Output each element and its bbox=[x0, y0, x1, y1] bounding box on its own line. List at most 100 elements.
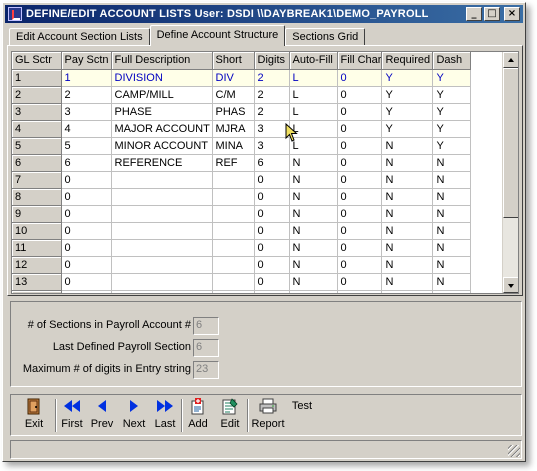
grid-cell-req[interactable]: N bbox=[381, 222, 434, 240]
row-header-cell[interactable]: 5 bbox=[12, 137, 62, 155]
grid-cell-digits[interactable]: 0 bbox=[254, 290, 290, 293]
grid-cell-short[interactable]: C/M bbox=[212, 86, 255, 104]
grid-cell-desc[interactable] bbox=[111, 171, 213, 189]
grid-cell-dash[interactable]: Y bbox=[432, 120, 472, 138]
grid-cell-desc[interactable] bbox=[111, 239, 213, 257]
grid-cell-auto[interactable]: N bbox=[289, 222, 338, 240]
maximize-button[interactable]: □ bbox=[484, 7, 500, 21]
grid-cell-digits[interactable]: 3 bbox=[254, 120, 290, 138]
grid-cell-fill[interactable]: 0 bbox=[337, 205, 383, 223]
minimize-button[interactable]: _ bbox=[466, 7, 482, 21]
row-header-cell[interactable]: 12 bbox=[12, 256, 62, 274]
table-row[interactable]: 10 0 0 N 0 N N bbox=[12, 222, 472, 240]
first-button[interactable]: First bbox=[59, 397, 85, 435]
grid-cell-desc[interactable] bbox=[111, 273, 213, 291]
exit-button[interactable]: Exit bbox=[21, 397, 47, 435]
grid-cell-req[interactable]: N bbox=[381, 290, 434, 293]
grid-cell-short[interactable] bbox=[212, 273, 255, 291]
grid-cell-digits[interactable]: 0 bbox=[254, 256, 290, 274]
row-header-cell[interactable]: 8 bbox=[12, 188, 62, 206]
grid-cell-auto[interactable]: L bbox=[289, 103, 338, 121]
grid-cell-req[interactable]: N bbox=[381, 171, 434, 189]
grid-cell-digits[interactable]: 2 bbox=[254, 69, 290, 87]
row-header-cell[interactable]: 1 bbox=[12, 69, 62, 87]
row-header-cell[interactable]: 2 bbox=[12, 86, 62, 104]
row-header-cell[interactable]: 7 bbox=[12, 171, 62, 189]
grid-cell-req[interactable]: Y bbox=[381, 86, 434, 104]
grid-cell-auto[interactable]: N bbox=[289, 154, 338, 172]
grid-cell-fill[interactable]: 0 bbox=[337, 273, 383, 291]
row-header-cell[interactable]: 13 bbox=[12, 273, 62, 291]
grid-cell-dash[interactable]: Y bbox=[432, 103, 472, 121]
grid-cell-dash[interactable]: Y bbox=[432, 69, 472, 87]
grid-cell-digits[interactable]: 3 bbox=[254, 137, 290, 155]
grid-cell-pay[interactable]: 0 bbox=[61, 239, 112, 257]
grid-cell-dash[interactable]: N bbox=[432, 239, 472, 257]
grid-cell-desc[interactable]: MINOR ACCOUNT bbox=[111, 137, 213, 155]
grid-vertical-scrollbar[interactable] bbox=[502, 52, 518, 293]
table-row[interactable]: 900N0NN bbox=[12, 205, 472, 223]
row-header-cell[interactable]: 3 bbox=[12, 103, 62, 121]
grid-cell-req[interactable]: Y bbox=[381, 120, 434, 138]
grid-cell-dash[interactable]: N bbox=[432, 222, 472, 240]
table-row[interactable]: 5 5 MINOR ACCOUNT MINA 3 L 0 N Y bbox=[12, 137, 472, 155]
grid-cell-desc[interactable]: CAMP/MILL bbox=[111, 86, 213, 104]
table-row[interactable]: 1 1 DIVISION DIV 2 L 0 Y Y bbox=[12, 69, 472, 87]
grid-cell-auto[interactable]: N bbox=[289, 171, 338, 189]
grid-cell-digits[interactable]: 6 bbox=[254, 154, 290, 172]
grid-cell-digits[interactable]: 2 bbox=[254, 103, 290, 121]
grid-cell-desc[interactable] bbox=[111, 188, 213, 206]
grid-cell-fill[interactable]: 0 bbox=[337, 188, 383, 206]
column-header[interactable]: Auto-Fill bbox=[289, 52, 338, 70]
grid-cell-req[interactable]: N bbox=[381, 137, 434, 155]
grid-cell-auto[interactable]: L bbox=[289, 69, 338, 87]
close-button[interactable]: × bbox=[504, 7, 520, 21]
grid-cell-fill[interactable]: 0 bbox=[337, 290, 383, 293]
tab-edit-account-section-lists[interactable]: Edit Account Section Lists bbox=[9, 28, 150, 46]
grid-cell-dash[interactable]: N bbox=[432, 273, 472, 291]
row-header-cell[interactable]: 4 bbox=[12, 120, 62, 138]
grid-cell-digits[interactable]: 0 bbox=[254, 188, 290, 206]
row-header-cell[interactable]: 6 bbox=[12, 154, 62, 172]
grid-cell-auto[interactable]: N bbox=[289, 256, 338, 274]
grid-cell-desc[interactable]: MAJOR ACCOUNT bbox=[111, 120, 213, 138]
grid-cell-short[interactable] bbox=[212, 188, 255, 206]
scroll-up-icon[interactable] bbox=[503, 52, 518, 68]
grid-cell-auto[interactable]: N bbox=[289, 290, 338, 293]
grid-cell-fill[interactable]: 0 bbox=[337, 120, 383, 138]
grid-cell-auto[interactable]: L bbox=[289, 86, 338, 104]
table-row[interactable]: 700N0NN bbox=[12, 171, 472, 189]
row-header-cell[interactable]: 11 bbox=[12, 239, 62, 257]
row-header-cell[interactable]: 10 bbox=[12, 222, 62, 240]
grid-cell-fill[interactable]: 0 bbox=[337, 103, 383, 121]
grid-cell-pay[interactable]: 0 bbox=[61, 171, 112, 189]
scroll-down-icon[interactable] bbox=[503, 277, 518, 293]
tab-define-account-structure[interactable]: Define Account Structure bbox=[149, 25, 286, 46]
table-row[interactable]: 11 0 0 N 0 N N bbox=[12, 239, 472, 257]
resize-grip-icon[interactable] bbox=[508, 445, 520, 457]
table-row[interactable]: 800N0NN bbox=[12, 188, 472, 206]
grid-cell-dash[interactable]: N bbox=[432, 256, 472, 274]
table-row[interactable]: 2 2 CAMP/MILL C/M 2 L 0 Y Y bbox=[12, 86, 472, 104]
column-header[interactable]: Dash bbox=[432, 52, 472, 70]
row-header-cell[interactable]: 9 bbox=[12, 205, 62, 223]
grid-cell-pay[interactable]: 0 bbox=[61, 273, 112, 291]
grid-cell-short[interactable]: MJRA bbox=[212, 120, 255, 138]
table-row[interactable]: 1400N0NN bbox=[12, 290, 472, 293]
grid-cell-pay[interactable]: 0 bbox=[61, 205, 112, 223]
table-row[interactable]: 12 0 0 N 0 N N bbox=[12, 256, 472, 274]
grid-cell-dash[interactable]: N bbox=[432, 154, 472, 172]
grid-cell-req[interactable]: N bbox=[381, 154, 434, 172]
test-button[interactable]: Test bbox=[289, 397, 315, 435]
grid-cell-short[interactable] bbox=[212, 290, 255, 293]
grid-cell-req[interactable]: N bbox=[381, 188, 434, 206]
grid-cell-pay[interactable]: 5 bbox=[61, 137, 112, 155]
grid-cell-pay[interactable]: 0 bbox=[61, 290, 112, 293]
table-row[interactable]: 6 6 REFERENCE REF 6 N 0 N N bbox=[12, 154, 472, 172]
grid-cell-pay[interactable]: 3 bbox=[61, 103, 112, 121]
grid-cell-pay[interactable]: 0 bbox=[61, 256, 112, 274]
grid-cell-fill[interactable]: 0 bbox=[337, 222, 383, 240]
table-row[interactable]: 3 3 PHASE PHAS 2 L 0 Y Y bbox=[12, 103, 472, 121]
grid-cell-auto[interactable]: N bbox=[289, 239, 338, 257]
grid-cell-pay[interactable]: 0 bbox=[61, 188, 112, 206]
